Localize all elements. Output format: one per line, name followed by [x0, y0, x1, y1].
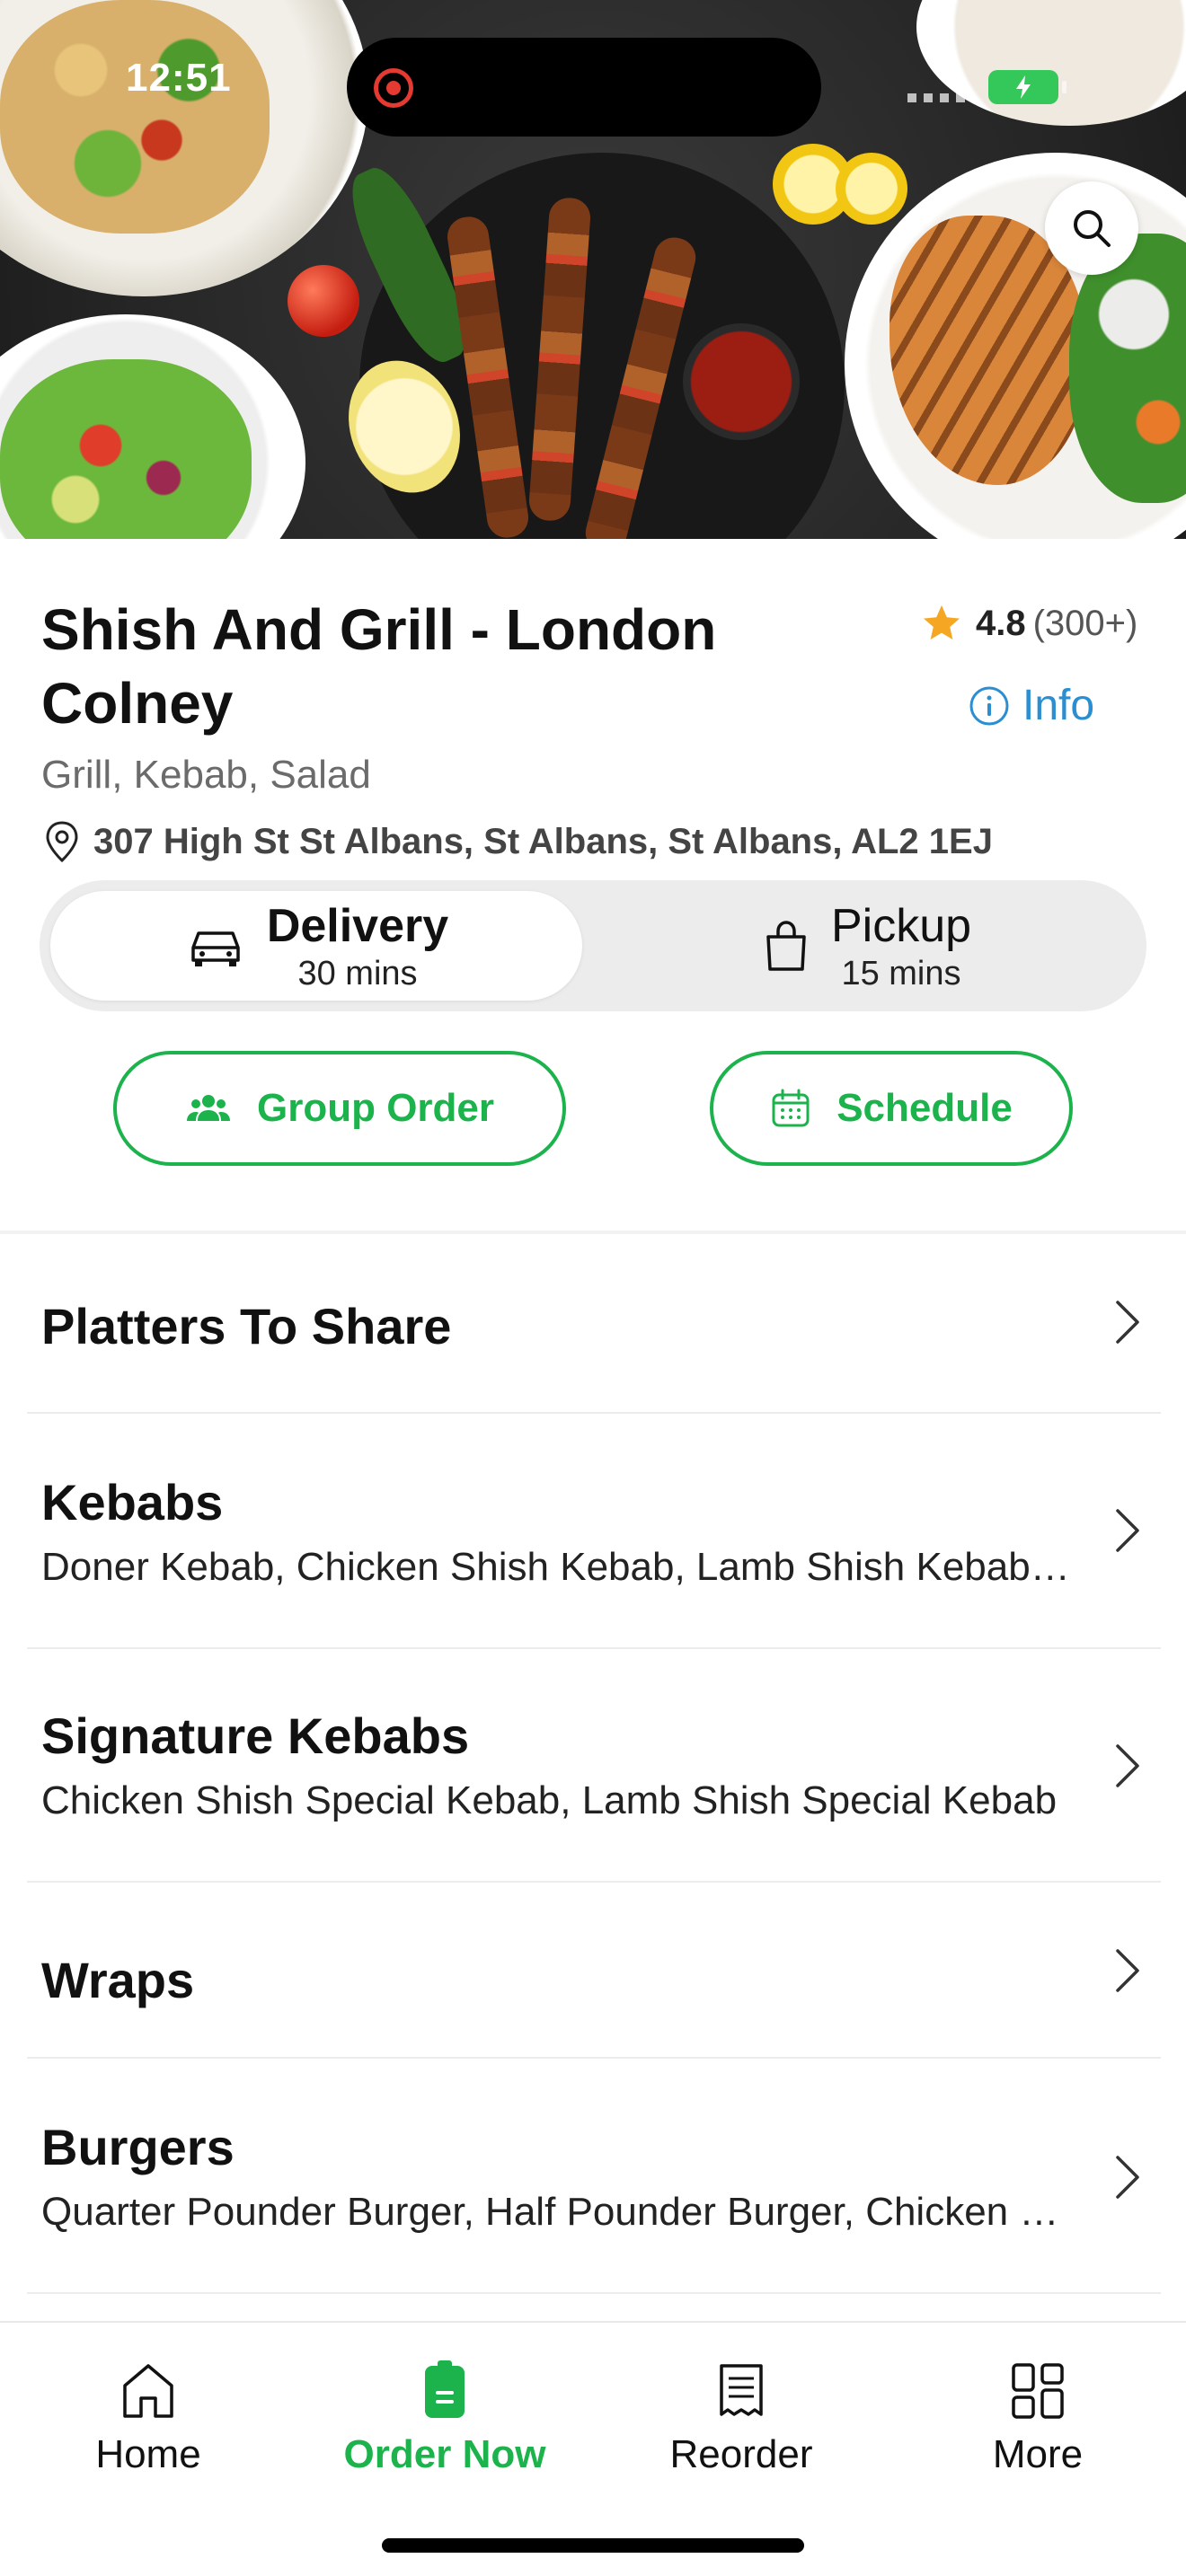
pickup-option[interactable]: Pickup 15 mins [597, 891, 1136, 1001]
schedule-label: Schedule [836, 1086, 1013, 1130]
shopping-bag-icon [766, 921, 806, 971]
rating-count: (300+) [1032, 603, 1138, 643]
car-icon [191, 931, 240, 966]
order-type-toggle: Delivery 30 mins Pickup 15 mins [40, 880, 1146, 1011]
group-order-label: Group Order [256, 1086, 495, 1130]
battery-charging-icon [988, 70, 1067, 104]
category-description: Quarter Pounder Burger, Half Pounder Bur… [41, 2190, 1075, 2234]
menu-category-kebabs[interactable]: Kebabs Doner Kebab, Chicken Shish Kebab,… [27, 1414, 1161, 1649]
tab-home[interactable]: Home [0, 2360, 296, 2477]
tomato [288, 265, 359, 337]
delivery-option[interactable]: Delivery 30 mins [50, 891, 582, 1001]
category-name: Burgers [41, 2119, 235, 2175]
calendar-icon [772, 1089, 810, 1127]
address-text: 307 High St St Albans, St Albans, St Alb… [93, 821, 993, 861]
chevron-right-icon [1116, 1509, 1139, 1552]
signal-icon [907, 93, 970, 102]
star-icon [924, 605, 960, 640]
receipt-icon [720, 2364, 763, 2416]
rating: 4.8 (300+) [920, 602, 1137, 645]
chevron-right-icon [1116, 1744, 1139, 1787]
location-pin-icon [46, 821, 78, 863]
delivery-label: Delivery [266, 899, 449, 952]
tab-reorder[interactable]: Reorder [593, 2360, 890, 2477]
category-name: Kebabs [41, 1474, 224, 1531]
category-name: Wraps [41, 1952, 195, 2008]
restaurant-name: Shish And Grill - London Colney [41, 597, 717, 736]
category-description: Chicken Shish Special Kebab, Lamb Shish … [41, 1778, 1058, 1822]
menu-category-burgers[interactable]: Burgers Quarter Pounder Burger, Half Pou… [27, 2059, 1161, 2294]
order-now-icon [425, 2360, 465, 2418]
info-label: Info [1022, 682, 1095, 729]
search-button[interactable] [1045, 181, 1138, 275]
address: 307 High St St Albans, St Albans, St Alb… [41, 819, 993, 864]
delivery-time: 30 mins [297, 954, 418, 992]
salad-plate [0, 314, 305, 539]
group-users-icon [186, 1095, 230, 1121]
tab-order-now[interactable]: Order Now [296, 2360, 593, 2477]
home-indicator[interactable] [382, 2538, 804, 2553]
category-description: Doner Kebab, Chicken Shish Kebab, Lamb S… [41, 1545, 1075, 1589]
tab-label: More [992, 2432, 1084, 2476]
tab-more[interactable]: More [890, 2360, 1186, 2477]
lemon [836, 153, 907, 225]
pickup-time: 15 mins [841, 954, 961, 992]
status-time: 12:51 [126, 56, 232, 100]
cuisine-tags: Grill, Kebab, Salad [41, 753, 371, 797]
section-divider [0, 1231, 1186, 1234]
info-icon [969, 686, 1009, 725]
grid-icon [1012, 2363, 1064, 2419]
sauce-bowl [683, 323, 800, 440]
menu-category-platters[interactable]: Platters To Share [27, 1236, 1161, 1414]
schedule-button[interactable]: Schedule [710, 1051, 1073, 1166]
menu-category-wraps[interactable]: Wraps [27, 1883, 1161, 2059]
menu-category-signature-kebabs[interactable]: Signature Kebabs Chicken Shish Special K… [27, 1649, 1161, 1883]
home-icon [123, 2364, 173, 2418]
chevron-right-icon [1116, 1301, 1139, 1344]
info-link[interactable]: Info [969, 681, 1094, 730]
plate [916, 0, 1186, 126]
category-name: Signature Kebabs [41, 1707, 470, 1764]
pickup-label: Pickup [830, 899, 972, 952]
rating-value: 4.8 [976, 603, 1026, 643]
salad-plate [0, 0, 368, 296]
chevron-right-icon [1116, 1949, 1139, 1992]
search-icon [1074, 210, 1111, 247]
tab-label: Order Now [343, 2432, 546, 2476]
group-order-button[interactable]: Group Order [113, 1051, 566, 1166]
dynamic-island [347, 38, 821, 137]
recording-indicator-icon [374, 68, 413, 108]
tab-label: Reorder [669, 2432, 813, 2476]
tab-label: Home [95, 2432, 201, 2476]
chevron-right-icon [1116, 2156, 1139, 2199]
category-name: Platters To Share [41, 1298, 452, 1354]
